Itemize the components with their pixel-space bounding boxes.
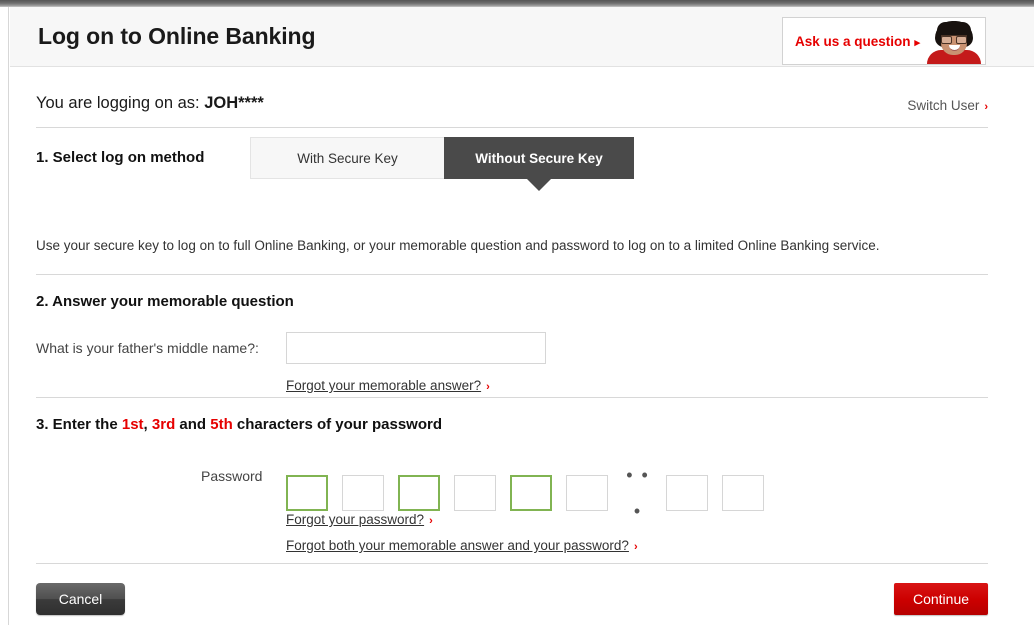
password-char-6[interactable]: [566, 475, 608, 511]
active-tab-pointer-icon: [526, 178, 552, 191]
section-password-characters: 3. Enter the 1st, 3rd and 5th characters…: [36, 398, 988, 555]
memorable-answer-input[interactable]: [286, 332, 546, 364]
section3-heading-after: characters of your password: [232, 416, 442, 433]
password-char-5[interactable]: [510, 475, 552, 511]
ask-us-arrow-icon: ▸: [914, 36, 921, 49]
section3-second-char: 3rd: [151, 416, 176, 433]
section3-heading-before: 3. Enter the: [36, 416, 122, 433]
ask-us-label: Ask us a question ▸: [783, 34, 923, 49]
page-root: Log on to Online Banking Ask us a questi…: [0, 0, 1034, 625]
password-char-2[interactable]: [342, 475, 384, 511]
chevron-right-icon: ›: [486, 381, 490, 393]
page-title: Log on to Online Banking: [38, 23, 316, 49]
chevron-right-icon: ›: [633, 541, 638, 553]
tab-without-secure-key-label: Without Secure Key: [475, 151, 603, 166]
section3-sep1: ,: [143, 416, 152, 433]
password-char-4[interactable]: [454, 475, 496, 511]
password-char-8[interactable]: [722, 475, 764, 511]
continue-button[interactable]: Continue: [894, 583, 988, 615]
tab-with-secure-key[interactable]: With Secure Key: [250, 137, 444, 179]
password-char-7[interactable]: [666, 475, 708, 511]
page-content: You are logging on as: JOH**** Switch Us…: [10, 67, 1034, 625]
tab-with-secure-key-label: With Secure Key: [297, 151, 398, 166]
section1-heading: 1. Select log on method: [36, 149, 205, 166]
ask-us-text: Ask us a question: [795, 33, 911, 49]
password-label: Password: [201, 468, 263, 484]
log-on-method-tabs: With Secure Key Without Secure Key: [250, 137, 634, 191]
content-inner: You are logging on as: JOH**** Switch Us…: [36, 67, 988, 644]
section-memorable-question: 2. Answer your memorable question What i…: [36, 275, 988, 397]
tab-without-secure-key[interactable]: Without Secure Key: [444, 137, 634, 191]
forgot-memorable-answer-row: Forgot your memorable answer? ›: [286, 377, 988, 395]
logging-on-prefix: You are logging on as:: [36, 94, 205, 112]
switch-user-link[interactable]: Switch User ›: [907, 98, 988, 113]
ask-us-a-question-widget[interactable]: Ask us a question ▸: [782, 17, 986, 65]
advisor-photo: [923, 18, 985, 64]
forgot-both-row: Forgot both your memorable answer and yo…: [286, 537, 988, 555]
browser-top-bar: [0, 0, 1034, 7]
memorable-question-row: What is your father's middle name?:: [36, 332, 988, 366]
forgot-memorable-answer-link[interactable]: Forgot your memorable answer?: [286, 378, 481, 393]
advisor-photo-glasses: [941, 35, 967, 44]
switch-user-label: Switch User: [907, 98, 980, 113]
password-char-3[interactable]: [398, 475, 440, 511]
memorable-question-label: What is your father's middle name?:: [36, 340, 259, 356]
advisor-photo-fringe: [937, 22, 971, 35]
logging-on-row: You are logging on as: JOH**** Switch Us…: [36, 67, 988, 127]
forgot-both-link[interactable]: Forgot both your memorable answer and yo…: [286, 538, 629, 553]
chevron-right-icon: ›: [984, 101, 988, 113]
form-footer: Cancel Continue: [36, 564, 988, 644]
password-row: Password • • •: [36, 457, 988, 521]
section2-heading: 2. Answer your memorable question: [36, 293, 294, 310]
password-character-boxes: • • •: [286, 457, 778, 529]
page-header: Log on to Online Banking Ask us a questi…: [10, 7, 1034, 67]
password-char-1[interactable]: [286, 475, 328, 511]
section-select-log-on-method: 1. Select log on method With Secure Key …: [36, 128, 988, 216]
section3-first-char: 1st: [121, 416, 144, 433]
masked-username: JOH****: [204, 94, 264, 112]
page-left-rail: [0, 7, 9, 625]
section3-third-char: 5th: [210, 416, 233, 433]
section3-heading: 3. Enter the 1st, 3rd and 5th characters…: [36, 416, 988, 433]
cancel-button[interactable]: Cancel: [36, 583, 125, 615]
logging-on-as: You are logging on as: JOH****: [36, 94, 264, 113]
password-ellipsis-icon: • • •: [626, 465, 650, 521]
section3-sep2: and: [175, 416, 211, 433]
log-on-method-description: Use your secure key to log on to full On…: [36, 238, 880, 253]
